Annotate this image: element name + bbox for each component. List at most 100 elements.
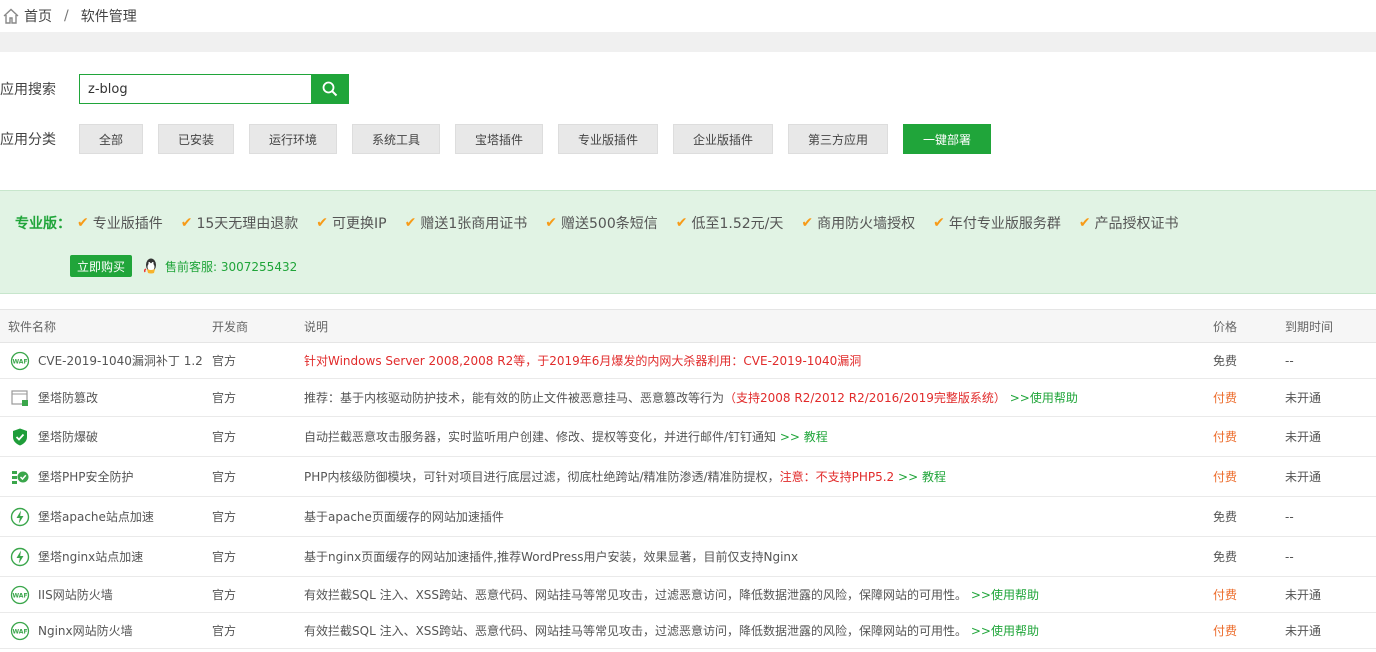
description-text: 自动拦截恶意攻击服务器，实时监听用户创建、修改、提权等变化，并进行邮件/钉钉通知: [304, 430, 777, 444]
expire-time: 未开通: [1285, 391, 1322, 405]
description: 针对Windows Server 2008,2008 R2等，于2019年6月爆…: [304, 352, 861, 369]
vendor: 官方: [212, 470, 237, 484]
description: 自动拦截恶意攻击服务器，实时监听用户创建、修改、提权等变化，并进行邮件/钉钉通知…: [304, 428, 828, 445]
software-name: IIS网站防火墙: [38, 588, 113, 602]
table-row[interactable]: 堡塔防篡改 官方 推荐：基于内核驱动防护技术，能有效的防止文件被恶意挂马、恶意篡改等…: [0, 379, 1376, 417]
check-icon: ✔: [933, 215, 945, 231]
help-link[interactable]: >>使用帮助: [971, 624, 1039, 638]
category-label: 应用分类: [0, 132, 56, 148]
description: 推荐：基于内核驱动防护技术，能有效的防止文件被恶意挂马、恶意篡改等行为（支持20…: [304, 389, 1078, 406]
check-icon: ✔: [801, 215, 814, 231]
price: 付费: [1213, 470, 1238, 484]
search-icon: [322, 81, 338, 97]
header-description: 说明: [304, 319, 329, 334]
description-warning: （支持2008 R2/2012 R2/2016/2019完整版系统）: [724, 391, 1006, 405]
waf-icon: [10, 621, 30, 641]
category-one-click-deploy[interactable]: 一键部署: [903, 124, 991, 154]
expire-time: --: [1285, 509, 1294, 524]
search-row: 应用搜索: [0, 74, 349, 104]
help-link[interactable]: >>使用帮助: [1010, 391, 1078, 405]
pro-promo-banner: 专业版： ✔ 专业版插件 ✔ 15天无理由退款 ✔ 可更换IP ✔ 赠送1张商用证书 ✔…: [0, 190, 1376, 294]
presales-contact-text: 售前客服: 3007255432: [165, 259, 298, 274]
expire-time: --: [1285, 353, 1294, 368]
promo-feature: ✔ 专业版插件: [77, 215, 163, 232]
category-row: 应用分类 全部 已安装 运行环境 系统工具 宝塔插件 专业版插件 企业版插件 第…: [0, 124, 1006, 154]
software-panel: 应用搜索 应用分类 全部 已安装 运行环境 系统工具 宝塔插件 专业版插件 企业…: [0, 52, 1376, 652]
software-name-cell: 堡塔nginx站点加速: [10, 547, 143, 567]
waf-icon: [10, 585, 30, 605]
description: 有效拦截SQL 注入、XSS跨站、恶意代码、网站挂马等常见攻击，过滤恶意访问，降…: [304, 586, 1039, 603]
vendor: 官方: [212, 550, 237, 564]
header-expire: 到期时间: [1285, 319, 1334, 334]
software-name-cell: 堡塔防篡改: [10, 388, 98, 408]
breadcrumb-separator: /: [64, 8, 69, 24]
category-pro-plugins[interactable]: 专业版插件: [558, 124, 658, 154]
check-icon: ✔: [675, 215, 688, 231]
help-link[interactable]: >> 教程: [898, 470, 946, 484]
table-row[interactable]: IIS网站防火墙 官方 有效拦截SQL 注入、XSS跨站、恶意代码、网站挂马等常见攻…: [0, 577, 1376, 613]
table-row[interactable]: 堡塔防爆破 官方 自动拦截恶意攻击服务器，实时监听用户创建、修改、提权等变化，并进行…: [0, 417, 1376, 457]
category-installed[interactable]: 已安装: [158, 124, 234, 154]
promo-title: 专业版：: [15, 216, 71, 232]
header-price: 价格: [1213, 319, 1238, 334]
waf-icon: [10, 351, 30, 371]
qq-icon: [143, 258, 157, 274]
shield-icon: [10, 427, 30, 447]
vendor: 官方: [212, 354, 237, 368]
breadcrumb: 首页 / 软件管理: [2, 6, 137, 26]
description: 基于apache页面缓存的网站加速插件: [304, 508, 504, 525]
table-header: 软件名称 开发商 说明 价格 到期时间: [0, 309, 1376, 343]
expire-time: --: [1285, 549, 1294, 564]
table-row[interactable]: CVE-2019-1040漏洞补丁 1.2 官方 针对Windows Server …: [0, 343, 1376, 379]
price: 免费: [1213, 510, 1238, 524]
description-text: 有效拦截SQL 注入、XSS跨站、恶意代码、网站挂马等常见攻击，过滤恶意访问，降…: [304, 588, 968, 602]
help-link[interactable]: >>使用帮助: [971, 588, 1039, 602]
vendor: 官方: [212, 624, 237, 638]
software-name-cell: IIS网站防火墙: [10, 585, 113, 605]
price: 付费: [1213, 430, 1238, 444]
header-name: 软件名称: [8, 319, 57, 334]
description-text: 基于nginx页面缓存的网站加速插件,推荐WordPress用户安装，效果显著，…: [304, 550, 799, 564]
search-label: 应用搜索: [0, 82, 56, 98]
presales-contact[interactable]: 售前客服: 3007255432: [140, 257, 297, 275]
table-row[interactable]: 堡塔nginx站点加速 官方 基于nginx页面缓存的网站加速插件,推荐WordPr…: [0, 537, 1376, 577]
description-text: 有效拦截SQL 注入、XSS跨站、恶意代码、网站挂马等常见攻击，过滤恶意访问，降…: [304, 624, 968, 638]
price: 付费: [1213, 588, 1238, 602]
software-list: CVE-2019-1040漏洞补丁 1.2 官方 针对Windows Server …: [0, 343, 1376, 649]
category-bt-plugins[interactable]: 宝塔插件: [455, 124, 543, 154]
software-name-cell: CVE-2019-1040漏洞补丁 1.2: [10, 351, 203, 371]
breadcrumb-home[interactable]: 首页: [24, 6, 52, 26]
buy-now-button[interactable]: 立即购买: [70, 255, 133, 277]
description: 有效拦截SQL 注入、XSS跨站、恶意代码、网站挂马等常见攻击，过滤恶意访问，降…: [304, 622, 1039, 639]
promo-feature: ✔ 赠送1张商用证书: [404, 215, 528, 232]
category-system-tools[interactable]: 系统工具: [352, 124, 440, 154]
top-bar: 首页 / 软件管理: [0, 0, 1376, 40]
category-all[interactable]: 全部: [79, 124, 143, 154]
bolt-icon: [10, 547, 30, 567]
promo-actions: 立即购买 售前客服: 3007255432: [70, 255, 297, 277]
check-icon: ✔: [545, 215, 557, 231]
table-row[interactable]: Nginx网站防火墙 官方 有效拦截SQL 注入、XSS跨站、恶意代码、网站挂马等常…: [0, 613, 1376, 649]
category-runtime[interactable]: 运行环境: [249, 124, 337, 154]
software-name: 堡塔PHP安全防护: [38, 470, 134, 484]
php-guard-icon: [10, 467, 30, 487]
description-text: 基于apache页面缓存的网站加速插件: [304, 510, 504, 524]
software-name: 堡塔防爆破: [38, 430, 99, 444]
breadcrumb-current: 软件管理: [80, 9, 137, 25]
category-enterprise-plugins[interactable]: 企业版插件: [673, 124, 773, 154]
home-icon[interactable]: [2, 7, 20, 25]
table-row[interactable]: 堡塔apache站点加速 官方 基于apache页面缓存的网站加速插件 免费 --: [0, 497, 1376, 537]
search-button[interactable]: [311, 74, 349, 104]
price: 付费: [1213, 624, 1238, 638]
software-name: 堡塔apache站点加速: [38, 510, 154, 524]
vendor: 官方: [212, 588, 237, 602]
software-name: Nginx网站防火墙: [38, 624, 133, 638]
search-input[interactable]: [79, 74, 311, 104]
category-third-party[interactable]: 第三方应用: [788, 124, 888, 154]
vendor: 官方: [212, 430, 237, 444]
help-link[interactable]: >> 教程: [780, 430, 828, 444]
expire-time: 未开通: [1285, 624, 1322, 638]
check-icon: ✔: [316, 215, 329, 231]
promo-feature: ✔ 赠送500条短信: [545, 215, 658, 232]
table-row[interactable]: 堡塔PHP安全防护 官方 PHP内核级防御模块，可针对项目进行底层过滤，彻底杜绝跨站…: [0, 457, 1376, 497]
